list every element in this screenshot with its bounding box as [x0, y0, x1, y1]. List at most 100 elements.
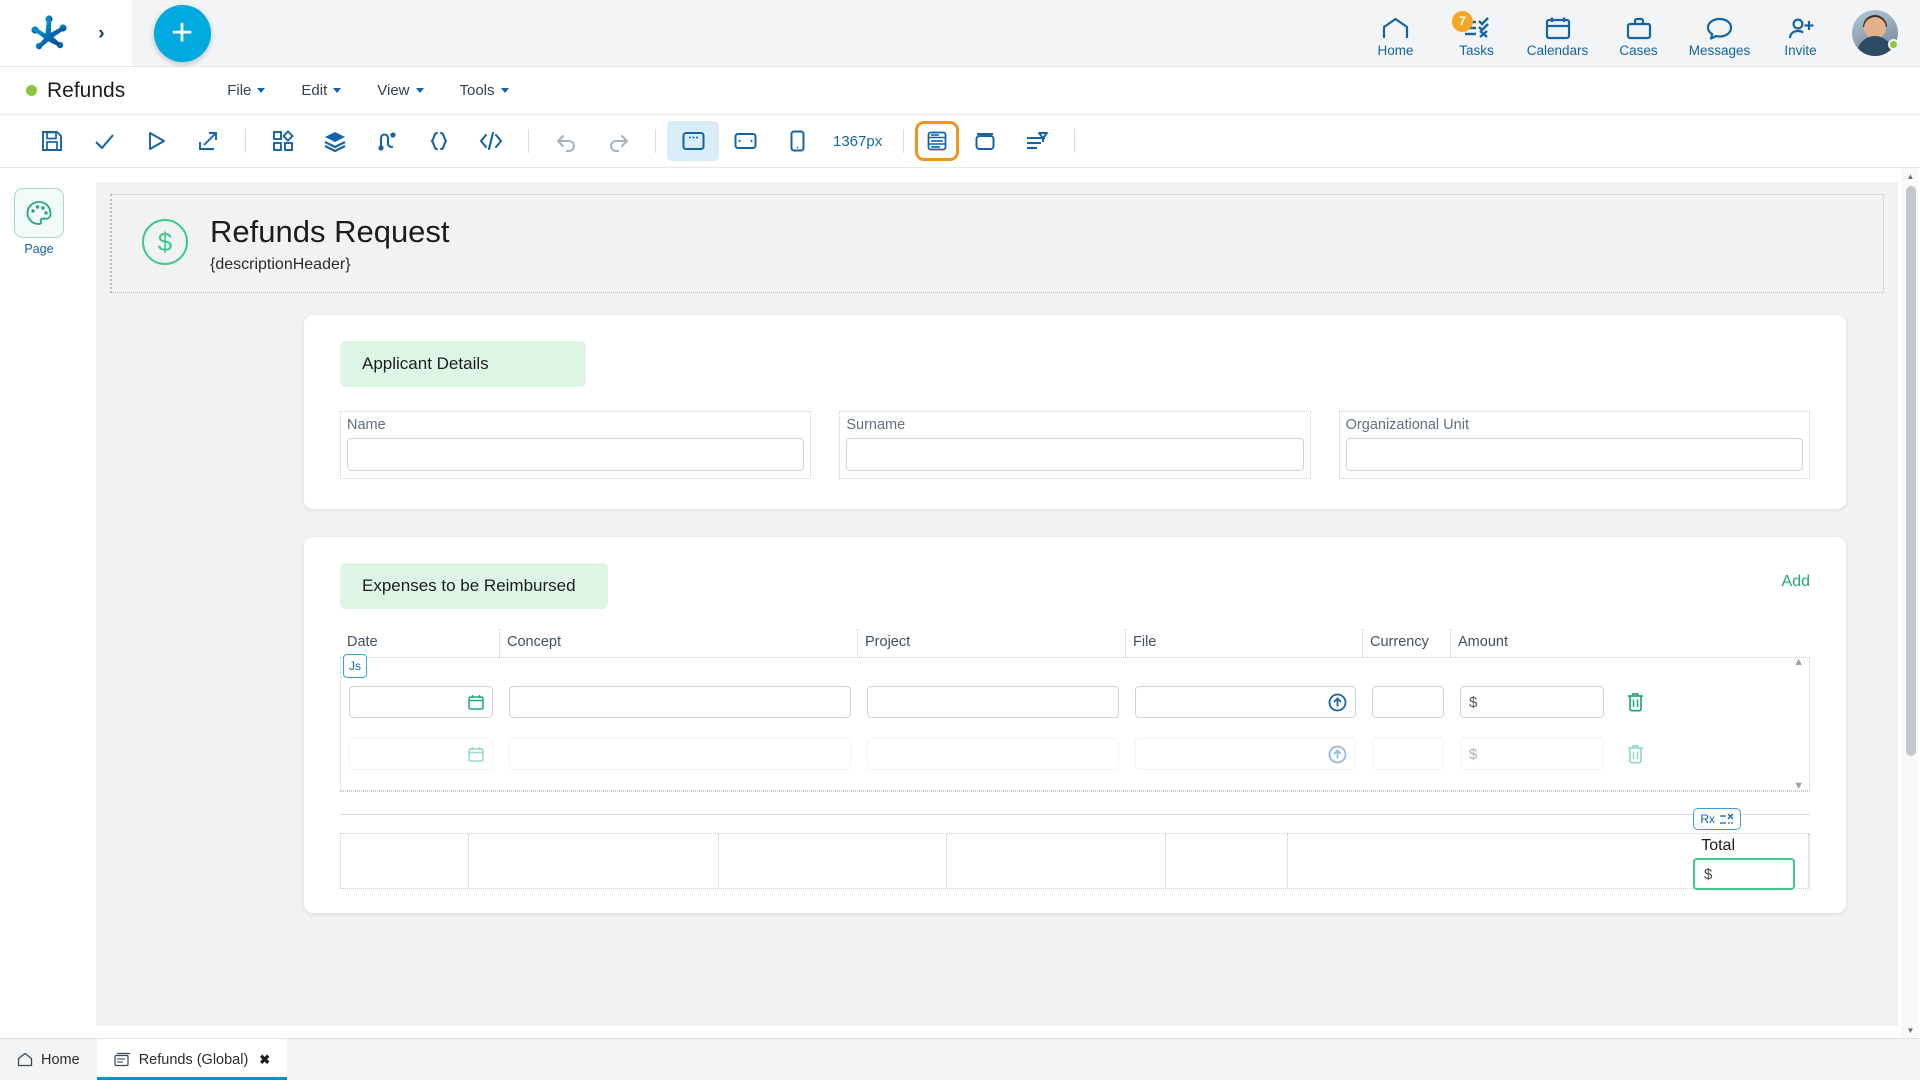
canvas-outer: $ Refunds Request {descriptionHeader} Ap…	[78, 168, 1920, 1038]
formula-icon	[1719, 813, 1734, 826]
cell-file[interactable]	[1127, 686, 1364, 719]
cell-currency[interactable]	[1364, 738, 1452, 771]
cell-file[interactable]	[1127, 738, 1364, 771]
validate-check-icon[interactable]	[78, 121, 130, 161]
cell-amount[interactable]: $	[1452, 686, 1612, 719]
form-subtitle: {descriptionHeader}	[210, 256, 351, 274]
surname-input[interactable]	[846, 438, 1304, 472]
menu-view-label: View	[377, 82, 410, 99]
undo-icon[interactable]	[540, 121, 592, 161]
project-input[interactable]	[867, 738, 1119, 771]
chevron-down-icon	[415, 88, 424, 93]
menu-edit[interactable]: Edit	[283, 78, 359, 103]
publish-share-icon[interactable]	[182, 121, 234, 161]
organizational-unit-input[interactable]	[1345, 438, 1803, 472]
amount-input[interactable]: $	[1460, 738, 1604, 771]
bizagi-logo-icon[interactable]	[27, 13, 71, 53]
cell-project[interactable]	[859, 686, 1127, 719]
table-row[interactable]: $	[341, 680, 1809, 724]
cell-concept[interactable]	[501, 738, 859, 771]
cell-currency[interactable]	[1364, 686, 1452, 719]
layers-icon[interactable]	[309, 121, 361, 161]
tablet-view-icon[interactable]	[719, 121, 771, 161]
desktop-view-icon[interactable]	[667, 121, 719, 161]
field-name[interactable]: Name	[340, 411, 812, 480]
align-distribute-icon[interactable]	[1011, 121, 1063, 161]
delete-row-button[interactable]	[1612, 692, 1658, 712]
chevron-right-icon[interactable]: ›	[98, 24, 104, 43]
calendar-icon	[1545, 14, 1571, 40]
avatar[interactable]	[1844, 10, 1906, 56]
applicant-details-card[interactable]: Applicant Details Name Surname Organizat…	[304, 315, 1846, 510]
nav-item-home[interactable]: Home	[1358, 9, 1433, 58]
calendar-icon[interactable]	[468, 694, 484, 710]
rx-formula-badge[interactable]: Rx	[1693, 808, 1741, 831]
online-status-dot	[1888, 39, 1899, 50]
menu-tools[interactable]: Tools	[442, 78, 527, 103]
file-upload-input[interactable]	[1135, 686, 1356, 719]
expenses-card[interactable]: Expenses to be Reimbursed Add Date Conce…	[304, 537, 1846, 914]
concept-input[interactable]	[509, 686, 851, 719]
add-new-button[interactable]: +	[153, 4, 211, 62]
briefcase-icon	[1626, 14, 1652, 40]
form-header-block[interactable]: $ Refunds Request {descriptionHeader}	[110, 194, 1884, 294]
run-play-icon[interactable]	[130, 121, 182, 161]
date-input[interactable]	[349, 738, 493, 771]
nav-item-cases[interactable]: Cases	[1601, 9, 1676, 58]
cell-date[interactable]	[341, 738, 501, 771]
rx-badge-label: Rx	[1700, 812, 1715, 827]
delete-row-button[interactable]	[1612, 744, 1658, 764]
nav-item-invite[interactable]: Invite	[1763, 9, 1838, 58]
canvas-vertical-scrollbar[interactable]: ▲ ▼	[1902, 168, 1918, 1038]
menu-file[interactable]: File	[209, 78, 283, 103]
cell-concept[interactable]	[501, 686, 859, 719]
nav-item-tasks[interactable]: 7 Tasks	[1439, 9, 1514, 58]
close-icon[interactable]: ✖	[259, 1052, 270, 1068]
file-upload-input[interactable]	[1135, 738, 1356, 771]
caret-down-icon[interactable]: ▼	[1793, 780, 1804, 792]
tab-home[interactable]: Home	[0, 1039, 97, 1080]
widgets-grid-icon[interactable]	[257, 121, 309, 161]
upload-circle-icon[interactable]	[1328, 745, 1347, 764]
nav-item-messages[interactable]: Messages	[1682, 9, 1757, 58]
project-input[interactable]	[867, 686, 1119, 719]
js-script-badge[interactable]: Js	[343, 654, 367, 679]
column-header-date: Date	[340, 629, 500, 658]
table-row[interactable]: $	[341, 732, 1809, 776]
column-header-amount: Amount	[1458, 634, 1508, 651]
rules-connector-icon[interactable]	[361, 121, 413, 161]
calendar-icon[interactable]	[468, 746, 484, 762]
redo-icon[interactable]	[592, 121, 644, 161]
nav-label-calendars: Calendars	[1526, 42, 1589, 58]
code-brackets-icon[interactable]	[465, 121, 517, 161]
page-style-button[interactable]	[14, 188, 64, 238]
concept-input[interactable]	[509, 738, 851, 771]
save-icon[interactable]	[26, 121, 78, 161]
scroll-thumb[interactable]	[1906, 186, 1916, 756]
add-expense-link[interactable]: Add	[1782, 573, 1810, 591]
cell-project[interactable]	[859, 738, 1127, 771]
form-layout-icon[interactable]	[915, 121, 960, 161]
total-table: Rx Total $	[340, 808, 1810, 891]
field-organizational-unit[interactable]: Organizational Unit	[1338, 411, 1810, 480]
menu-view[interactable]: View	[359, 78, 441, 103]
mobile-view-icon[interactable]	[771, 121, 823, 161]
scroll-up-arrow[interactable]: ▲	[1903, 168, 1918, 184]
total-cell	[1166, 834, 1288, 889]
upload-circle-icon[interactable]	[1328, 693, 1347, 712]
total-amount-input[interactable]: $	[1693, 858, 1795, 891]
container-icon[interactable]	[959, 121, 1011, 161]
tab-refunds-global[interactable]: Refunds (Global) ✖	[96, 1039, 288, 1080]
scroll-down-arrow[interactable]: ▼	[1903, 1022, 1918, 1038]
amount-input[interactable]: $	[1460, 686, 1604, 719]
cell-amount[interactable]: $	[1452, 738, 1612, 771]
name-input[interactable]	[347, 438, 805, 472]
currency-input[interactable]	[1372, 686, 1444, 719]
caret-up-icon[interactable]: ▲	[1793, 656, 1804, 668]
cell-date[interactable]	[341, 686, 501, 719]
nav-item-calendars[interactable]: Calendars	[1520, 9, 1595, 58]
date-input[interactable]	[349, 686, 493, 719]
currency-input[interactable]	[1372, 738, 1444, 771]
field-surname[interactable]: Surname	[839, 411, 1311, 480]
expression-braces-icon[interactable]	[413, 121, 465, 161]
